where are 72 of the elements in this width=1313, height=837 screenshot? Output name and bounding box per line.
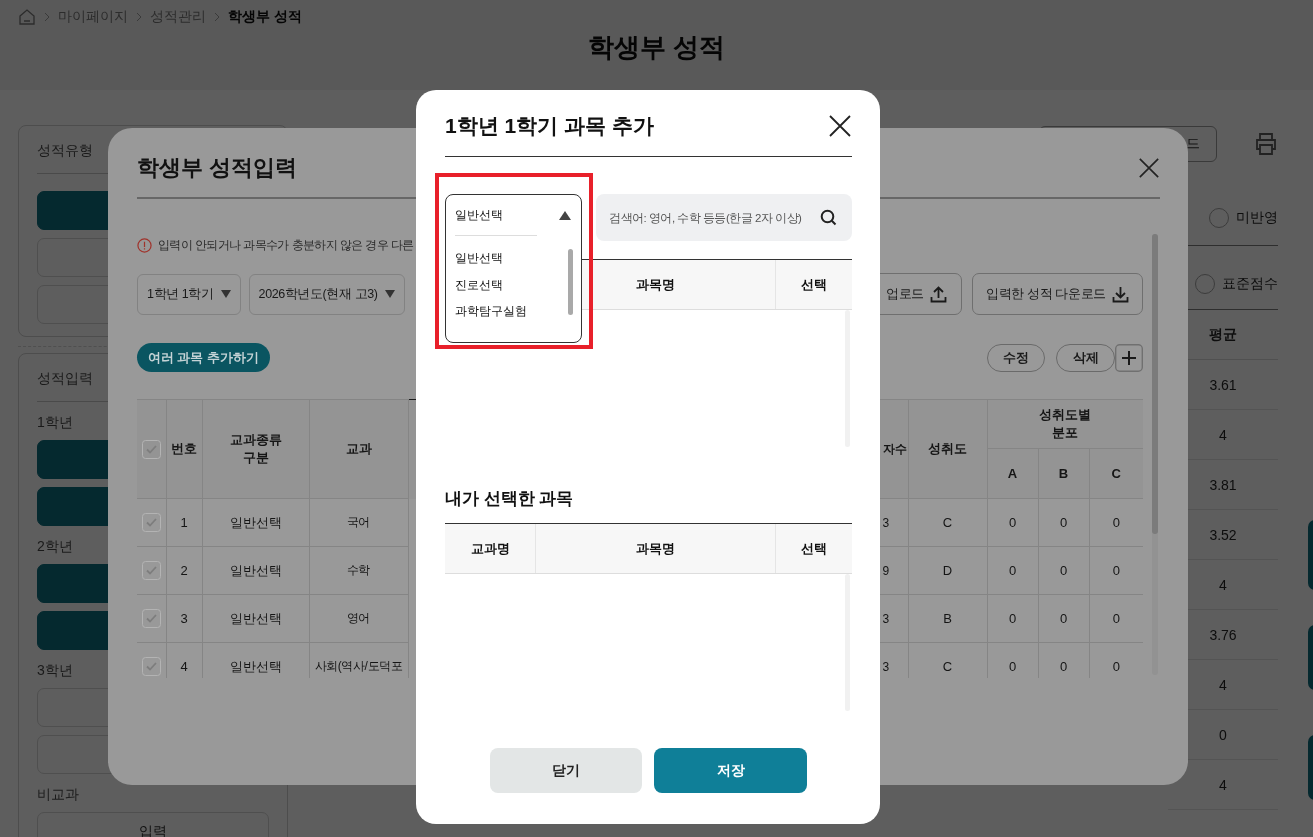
add-subjects-button[interactable]: 여러 과목 추가하기 [137, 343, 270, 372]
column-header: 번호 [166, 399, 202, 499]
checkbox[interactable] [141, 513, 161, 532]
caret-up-icon [559, 210, 571, 220]
radio-label: 표준점수 [1222, 275, 1278, 293]
checkbox[interactable] [141, 657, 161, 676]
column-header: 성취도 [908, 399, 987, 499]
checkbox[interactable] [141, 561, 161, 580]
column-header: 선택 [775, 524, 852, 573]
scrollbar[interactable] [1152, 234, 1158, 675]
table-cell: 국어 [309, 498, 408, 547]
dropdown-arrow-icon [384, 290, 395, 298]
radio-label: 미반영 [1236, 209, 1278, 227]
section-title: 내가 선택한 과목 [445, 489, 575, 509]
table-cell: D [908, 546, 987, 595]
add-icon[interactable] [1115, 343, 1143, 372]
group-label: 3학년 [37, 661, 73, 680]
search-field[interactable]: 검색어: 영어, 수학 등등(한글 2자 이상) [596, 194, 852, 241]
upload-icon [930, 285, 947, 303]
close-icon[interactable] [828, 114, 852, 138]
table-cell: 0 [987, 498, 1038, 547]
group-label: 1학년 [37, 413, 73, 432]
close-icon[interactable] [1138, 157, 1160, 179]
column-header: 교과종류 구분 [202, 399, 309, 499]
dropdown-arrow-icon [220, 290, 231, 298]
download-button[interactable]: 입력한 성적 다운로드 [972, 273, 1143, 315]
table-cell: 1 [166, 498, 202, 547]
table-cell: C [908, 498, 987, 547]
scrollbar[interactable] [845, 310, 850, 447]
table-cell: 0 [987, 594, 1038, 643]
table-cell: 0 [1038, 498, 1089, 547]
save-button[interactable]: 저장 [654, 748, 807, 793]
checkbox[interactable] [141, 439, 161, 459]
column-header: 교과 [309, 399, 408, 499]
table-cell: 0 [1038, 594, 1089, 643]
chevron-icon [214, 12, 220, 22]
scrollbar[interactable] [568, 249, 573, 315]
table-cell: B [908, 594, 987, 643]
print-icon[interactable] [1254, 132, 1278, 156]
table-cell: 일반선택 [202, 546, 309, 595]
download-icon [1111, 285, 1129, 303]
table-cell: 0 [1038, 546, 1089, 595]
table-cell: 수학 [309, 546, 408, 595]
table-cell: 3 [166, 594, 202, 643]
select-field[interactable]: 1학년 1학기 [137, 273, 241, 315]
column-header: 과목명 [535, 524, 775, 573]
chevron-icon [44, 12, 50, 22]
table-cell: 영어 [309, 594, 408, 643]
modal-title: 1학년 1학기 과목 추가 [445, 113, 654, 139]
scrollbar[interactable] [845, 574, 850, 711]
warning-icon [137, 237, 152, 253]
table-cell: 일반선택 [202, 498, 309, 547]
group-label: 비교과 [37, 785, 79, 804]
checkbox[interactable] [141, 609, 161, 628]
notice-text: 입력이 안되거나 과목수가 충분하지 않은 경우 다른 [158, 236, 414, 254]
close-button[interactable]: 닫기 [490, 748, 642, 793]
dropdown[interactable]: 일반선택 일반선택 진로선택 과학탐구실험 [445, 194, 582, 343]
table-cell: 0 [987, 546, 1038, 595]
page-title: 학생부 성적 [586, 32, 727, 62]
column-header: B [1038, 448, 1089, 499]
search-icon[interactable] [820, 209, 837, 226]
table-cell: 2 [166, 546, 202, 595]
group-label: 2학년 [37, 537, 73, 556]
chevron-icon [136, 12, 142, 22]
column-header: 선택 [775, 260, 852, 309]
column-header: C [1089, 448, 1143, 499]
select-field[interactable]: 2026학년도(현재 고3) [248, 273, 405, 315]
column-header: 교과명 [469, 539, 511, 558]
column-header: A [987, 448, 1038, 499]
column-header: 성취도별 분포 [987, 399, 1143, 449]
home-icon[interactable] [18, 8, 36, 26]
table-cell: 일반선택 [202, 594, 309, 643]
